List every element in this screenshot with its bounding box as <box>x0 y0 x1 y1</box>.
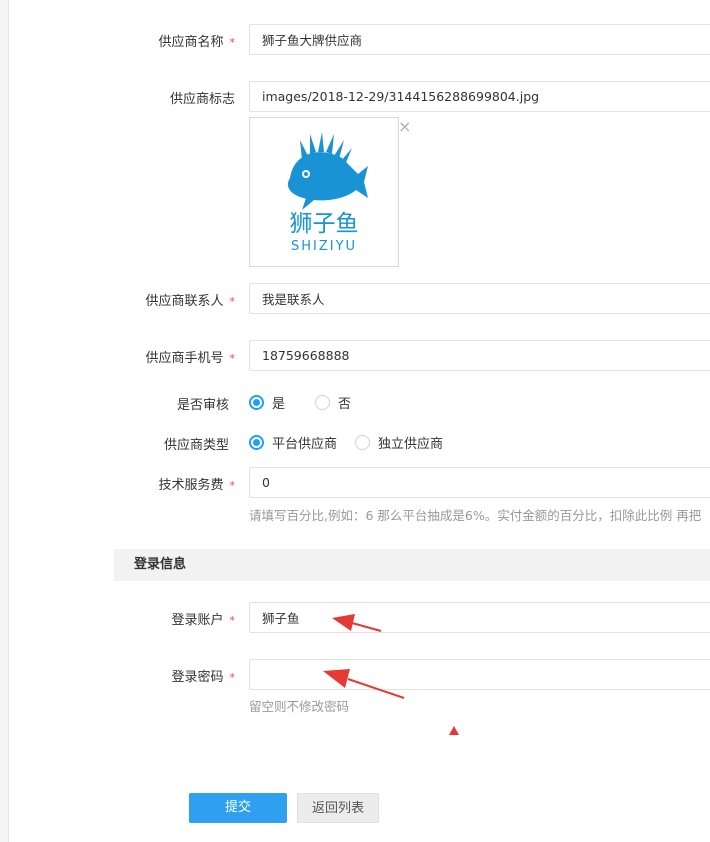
contact-input[interactable] <box>249 283 710 314</box>
phone-label: 供应商手机号 * <box>145 351 235 366</box>
phone-input[interactable] <box>249 340 710 371</box>
back-to-list-button[interactable]: 返回列表 <box>297 793 379 823</box>
left-sidebar-edge <box>0 0 9 842</box>
login-password-label: 登录密码 * <box>171 670 235 685</box>
contact-label: 供应商联系人 * <box>145 294 235 309</box>
audit-no-label: 否 <box>338 397 352 412</box>
login-section-title: 登录信息 <box>134 557 187 572</box>
supplier-name-input[interactable] <box>249 24 710 55</box>
supplier-logo-label: 供应商标志 <box>169 92 235 107</box>
audit-no-radio[interactable]: 否 <box>315 393 351 412</box>
supplier-type-radio-group: 平台供应商 独立供应商 <box>249 433 461 452</box>
annotation-marker-icon <box>449 726 459 735</box>
radio-unchecked-icon <box>355 435 371 450</box>
audit-label: 是否审核 <box>176 398 229 413</box>
fee-input[interactable] <box>249 467 710 498</box>
radio-checked-icon <box>249 395 264 410</box>
supplier-logo-path-input[interactable] <box>249 81 710 112</box>
radio-checked-icon <box>249 435 264 450</box>
svg-text:狮子鱼: 狮子鱼 <box>290 211 359 237</box>
login-password-input[interactable] <box>249 659 710 690</box>
audit-yes-radio[interactable]: 是 <box>249 393 285 412</box>
audit-radio-group: 是 否 <box>249 393 369 412</box>
fee-label: 技术服务费 * <box>158 478 235 493</box>
type-platform-label: 平台供应商 <box>272 437 338 452</box>
type-independent-radio[interactable]: 独立供应商 <box>355 433 443 452</box>
remove-logo-icon[interactable]: × <box>398 119 411 135</box>
radio-unchecked-icon <box>315 395 331 410</box>
type-platform-radio[interactable]: 平台供应商 <box>249 433 337 452</box>
login-account-label: 登录账户 * <box>171 613 235 628</box>
fee-hint: 请填写百分比,例如：6 那么平台抽成是6%。实付金额的百分比，扣除此比例 再把 <box>249 508 702 523</box>
lionfish-logo-image: 狮子鱼 SHIZIYU <box>287 132 368 254</box>
supplier-name-label: 供应商名称 * <box>158 35 235 50</box>
audit-yes-label: 是 <box>272 397 286 412</box>
password-hint: 留空则不修改密码 <box>249 699 350 714</box>
submit-button[interactable]: 提交 <box>189 793 287 823</box>
type-independent-label: 独立供应商 <box>378 437 444 452</box>
login-account-input[interactable] <box>249 602 710 633</box>
login-section-header: 登录信息 <box>114 549 710 581</box>
supplier-type-label: 供应商类型 <box>163 438 229 453</box>
supplier-logo-preview: 狮子鱼 SHIZIYU <box>249 117 399 267</box>
svg-text:SHIZIYU: SHIZIYU <box>291 239 357 254</box>
